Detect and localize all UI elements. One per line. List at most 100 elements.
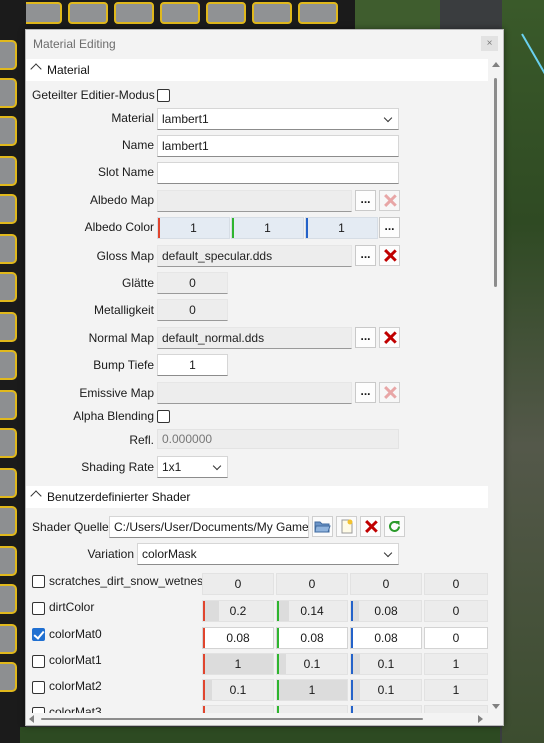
param-value-z[interactable]: 0 [350,573,422,595]
param-checkbox-colormat1[interactable] [32,655,45,668]
param-value-x[interactable] [202,705,274,713]
param-value-w[interactable]: 0 [424,627,488,649]
param-value-z[interactable]: 0.1 [350,679,422,701]
reload-icon[interactable] [384,516,405,537]
albedo-map-label: Albedo Map [89,193,154,207]
viewport-cell [0,546,17,576]
param-name: colorMat2 [49,679,102,693]
shader-section-header[interactable]: Benutzerdefinierter Shader [26,486,488,508]
chevron-up-icon [30,63,42,75]
material-select[interactable]: lambert1 [157,108,399,130]
viewport-cell [0,312,17,342]
param-value-w[interactable]: 1 [424,653,488,675]
param-name: colorMat0 [49,627,102,641]
gloss-map-clear-icon[interactable] [379,245,400,266]
scrollbar-thumb[interactable] [41,718,423,720]
new-file-icon[interactable] [336,516,357,537]
viewport-cell [114,2,154,24]
value-fill [205,601,219,621]
name-input[interactable]: lambert1 [157,135,399,157]
albedo-map-input[interactable] [157,190,352,212]
param-value-y[interactable]: 1 [276,679,348,701]
param-value-x[interactable]: 0.2 [202,600,274,622]
albedo-color-picker-button[interactable]: ... [379,217,400,238]
param-value-z[interactable]: 0.08 [350,600,422,622]
material-section-header[interactable]: Material [26,59,488,81]
close-button[interactable]: × [481,36,498,51]
param-value-z[interactable]: 0.08 [350,627,422,649]
value-text: 0.1 [229,683,247,697]
gloss-map-input[interactable]: default_specular.dds [157,245,352,267]
shader-source-input[interactable]: C:/Users/User/Documents/My Games [109,516,309,538]
value-fill [279,601,289,621]
variation-select[interactable]: colorMask [137,543,399,565]
alpha-blending-checkbox[interactable] [157,410,170,423]
value-text: 0.1 [377,683,395,697]
param-value-w[interactable]: 0 [424,573,488,595]
value-fill [353,654,360,674]
glaette-input[interactable]: 0 [157,272,228,294]
scrollbar-thumb[interactable] [494,78,497,287]
albedo-color-label: Albedo Color [84,220,154,234]
emissive-map-browse-button[interactable]: ... [355,382,376,403]
param-value-x[interactable]: 0 [202,573,274,595]
title-bar[interactable]: Material Editing × [26,30,503,58]
albedo-map-clear-icon[interactable] [379,190,400,211]
metallic-input[interactable]: 0 [157,299,228,321]
name-label: Name [121,138,154,152]
albedo-color-r-input[interactable]: 1 [157,217,230,239]
viewport-cell [298,2,338,24]
param-value-y[interactable]: 0.14 [276,600,348,622]
param-value-x[interactable]: 0.1 [202,679,274,701]
chevron-up-icon [30,490,42,502]
emissive-map-clear-icon[interactable] [379,382,400,403]
viewport-cell [160,2,200,24]
albedo-map-browse-button[interactable]: ... [355,190,376,211]
shader-source-clear-icon[interactable] [360,516,381,537]
green-channel-bar [277,628,279,648]
shared-edit-checkbox[interactable] [157,89,170,102]
param-value-w[interactable]: 0 [424,600,488,622]
variation-value: colorMask [142,547,197,561]
viewport-cell [0,234,17,264]
albedo-color-g-input[interactable]: 1 [231,217,304,239]
param-value-y[interactable]: 0.08 [276,627,348,649]
blue-channel-bar [351,706,353,713]
value-fill [353,680,360,700]
scroll-right-icon[interactable] [478,715,483,723]
param-value-z[interactable]: 0.1 [350,653,422,675]
viewport-cell [0,40,17,70]
shading-rate-select[interactable]: 1x1 [157,456,228,478]
param-value-w[interactable]: 1 [424,679,488,701]
param-value-w[interactable] [424,705,488,713]
horizontal-scrollbar[interactable] [26,713,503,725]
vertical-scrollbar[interactable] [489,58,502,713]
param-checkbox-colormat0[interactable] [32,628,45,641]
albedo-color-b-input[interactable]: 1 [305,217,378,239]
red-channel-bar [203,706,205,713]
scroll-down-icon[interactable] [492,704,500,709]
normal-map-input[interactable]: default_normal.dds [157,327,352,349]
param-checkbox-scratches[interactable] [32,575,45,588]
slot-name-input[interactable] [157,162,399,184]
viewport-cell [0,350,17,380]
viewport-cell [0,272,17,302]
emissive-map-input[interactable] [157,382,352,404]
param-value-y[interactable] [276,705,348,713]
normal-map-clear-icon[interactable] [379,327,400,348]
param-checkbox-colormat2[interactable] [32,681,45,694]
scroll-left-icon[interactable] [29,715,34,723]
param-value-z[interactable] [350,705,422,713]
param-value-x[interactable]: 1 [202,653,274,675]
param-value-y[interactable]: 0.1 [276,653,348,675]
material-label: Material [111,111,154,125]
gloss-map-browse-button[interactable]: ... [355,245,376,266]
scroll-up-icon[interactable] [492,62,500,67]
bump-depth-input[interactable]: 1 [157,354,228,376]
param-value-x[interactable]: 0.08 [202,627,274,649]
normal-map-browse-button[interactable]: ... [355,327,376,348]
param-checkbox-dirtcolor[interactable] [32,602,45,615]
param-value-y[interactable]: 0 [276,573,348,595]
folder-open-icon[interactable] [312,516,333,537]
viewport-cell [0,390,17,420]
